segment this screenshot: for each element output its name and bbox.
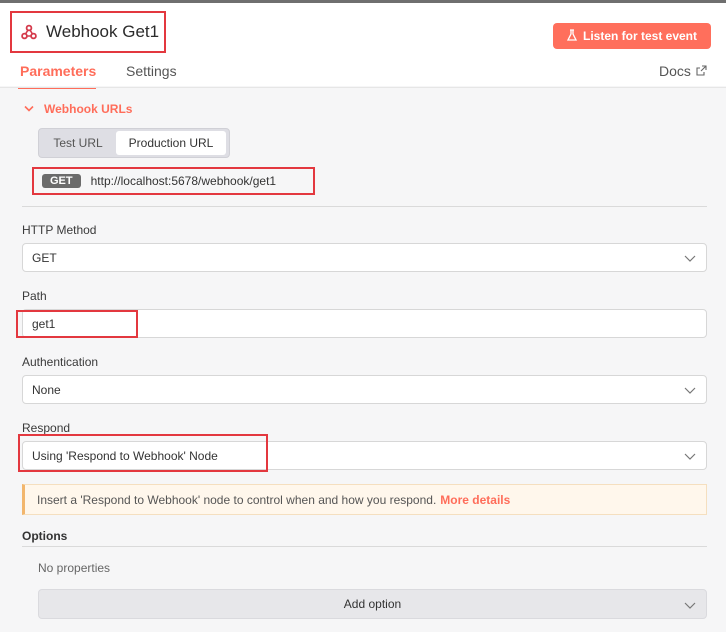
path-label: Path <box>22 289 47 303</box>
http-method-value: GET <box>32 250 57 265</box>
node-title-text: Webhook Get1 <box>46 22 160 41</box>
webhook-urls-toggle[interactable]: Webhook URLs <box>24 102 132 116</box>
add-option-button[interactable]: Add option <box>38 589 707 619</box>
add-option-label: Add option <box>343 597 402 611</box>
tab-settings[interactable]: Settings <box>126 63 177 89</box>
test-url-option[interactable]: Test URL <box>41 131 115 155</box>
http-method-label: HTTP Method <box>22 223 97 237</box>
method-badge: GET <box>42 174 81 188</box>
respond-label: Respond <box>22 421 71 435</box>
respond-highlight <box>18 434 268 472</box>
node-title[interactable]: Webhook Get1 <box>10 11 166 53</box>
chevron-down-icon <box>24 102 34 116</box>
options-label: Options <box>22 529 68 543</box>
webhook-url-text: http://localhost:5678/webhook/get1 <box>90 174 277 188</box>
tab-parameters[interactable]: Parameters <box>18 63 96 89</box>
node-tabs: Parameters Settings Docs <box>0 61 726 89</box>
tab-divider <box>0 87 726 88</box>
more-details-link[interactable]: More details <box>440 493 510 507</box>
authentication-label: Authentication <box>22 355 99 369</box>
notice-text: Insert a 'Respond to Webhook' node to co… <box>37 492 437 507</box>
authentication-value: None <box>32 382 61 397</box>
listen-for-test-event-button[interactable]: Listen for test event <box>553 23 711 49</box>
docs-label: Docs <box>659 63 691 79</box>
authentication-select[interactable]: None <box>22 375 707 404</box>
webhook-url-display[interactable]: GET http://localhost:5678/webhook/get1 <box>32 167 315 195</box>
http-method-select[interactable]: GET <box>22 243 707 272</box>
options-divider <box>22 546 707 547</box>
chevron-down-icon <box>684 599 696 609</box>
node-header: Webhook Get1 Listen for test event Param… <box>0 0 726 89</box>
external-link-icon <box>696 63 707 79</box>
webhook-icon <box>20 23 38 41</box>
path-highlight <box>16 310 138 338</box>
respond-notice: Insert a 'Respond to Webhook' node to co… <box>22 484 707 515</box>
url-type-switch: Test URL Production URL <box>38 128 230 158</box>
production-url-option[interactable]: Production URL <box>116 131 226 155</box>
listen-button-label: Listen for test event <box>582 29 698 43</box>
docs-link[interactable]: Docs <box>659 63 707 89</box>
section-divider <box>22 206 707 207</box>
no-properties-text: No properties <box>38 561 111 575</box>
chevron-down-icon <box>684 384 696 394</box>
chevron-down-icon <box>684 450 696 460</box>
webhook-urls-label: Webhook URLs <box>44 102 133 116</box>
flask-icon <box>566 28 578 44</box>
chevron-down-icon <box>684 252 696 262</box>
